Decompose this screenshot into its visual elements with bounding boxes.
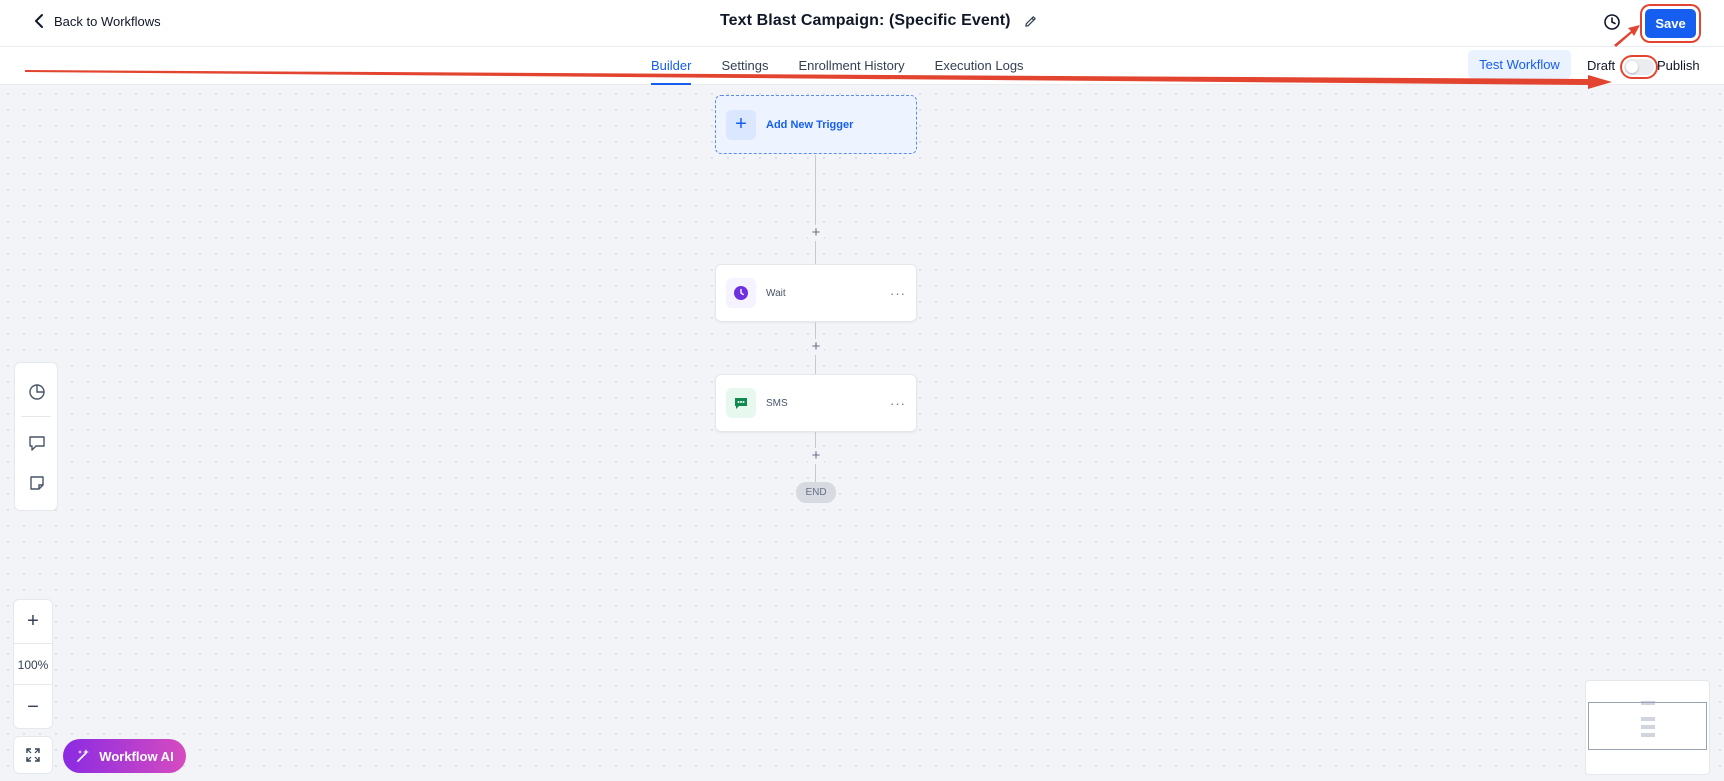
end-node: END bbox=[796, 482, 836, 503]
step-name: SMS bbox=[766, 397, 788, 409]
draft-label: Draft bbox=[1587, 58, 1616, 73]
more-options-icon[interactable]: ··· bbox=[886, 396, 910, 411]
sticky-note-icon[interactable] bbox=[27, 473, 47, 493]
add-step-button[interactable]: + bbox=[808, 448, 824, 464]
workflow-title-wrap: Text Blast Campaign: (Specific Event) bbox=[720, 12, 1038, 30]
back-label: Back to Workflows bbox=[54, 13, 161, 29]
divider bbox=[21, 416, 51, 417]
step-node-wait[interactable]: Wait ··· bbox=[715, 264, 917, 322]
comment-icon[interactable] bbox=[27, 433, 47, 453]
pencil-icon[interactable] bbox=[1023, 14, 1038, 29]
chat-icon bbox=[726, 388, 756, 418]
zoom-in-button[interactable]: + bbox=[14, 602, 52, 640]
tabs: Builder Settings Enrollment History Exec… bbox=[651, 47, 1024, 85]
step-name: Wait bbox=[766, 287, 786, 299]
tab-builder[interactable]: Builder bbox=[651, 47, 692, 85]
save-button[interactable]: Save bbox=[1645, 9, 1696, 38]
toggle-knob bbox=[1626, 61, 1638, 73]
publish-toggle[interactable] bbox=[1624, 59, 1654, 75]
test-workflow-button[interactable]: Test Workflow bbox=[1468, 50, 1571, 79]
sparkle-icon bbox=[77, 749, 90, 762]
fit-view-button[interactable] bbox=[13, 736, 53, 774]
add-step-button[interactable]: + bbox=[808, 225, 824, 241]
add-new-trigger-button[interactable]: + Add New Trigger bbox=[715, 95, 917, 154]
analytics-icon[interactable] bbox=[27, 382, 47, 402]
plus-icon: + bbox=[726, 109, 756, 140]
tab-bar: Builder Settings Enrollment History Exec… bbox=[0, 47, 1724, 85]
minimap-node bbox=[1641, 725, 1655, 729]
zoom-out-button[interactable]: − bbox=[14, 688, 52, 726]
workflow-canvas[interactable] bbox=[0, 86, 1724, 781]
history-icon[interactable] bbox=[1602, 12, 1622, 32]
minimap-node bbox=[1641, 733, 1655, 737]
minimap[interactable] bbox=[1585, 680, 1710, 775]
more-options-icon[interactable]: ··· bbox=[886, 286, 910, 301]
zoom-level: 100% bbox=[14, 643, 52, 685]
minimap-node bbox=[1641, 717, 1655, 721]
back-to-workflows-link[interactable]: Back to Workflows bbox=[32, 13, 161, 29]
tab-settings[interactable]: Settings bbox=[721, 47, 768, 85]
trigger-label: Add New Trigger bbox=[766, 118, 854, 131]
ai-label: Workflow AI bbox=[99, 748, 174, 764]
clock-icon bbox=[726, 278, 756, 308]
workflow-title: Text Blast Campaign: (Specific Event) bbox=[720, 12, 1011, 29]
publish-label: Publish bbox=[1657, 58, 1700, 73]
step-node-sms[interactable]: SMS ··· bbox=[715, 374, 917, 432]
zoom-controls: + 100% − bbox=[13, 599, 53, 729]
top-bar: Back to Workflows Text Blast Campaign: (… bbox=[0, 0, 1724, 47]
workflow-ai-button[interactable]: Workflow AI bbox=[63, 739, 186, 773]
expand-icon bbox=[26, 748, 40, 762]
chevron-left-icon bbox=[35, 14, 43, 28]
side-toolbar bbox=[14, 362, 58, 511]
add-step-button[interactable]: + bbox=[808, 339, 824, 355]
tab-execution-logs[interactable]: Execution Logs bbox=[935, 47, 1024, 85]
tab-enrollment-history[interactable]: Enrollment History bbox=[798, 47, 904, 85]
connector-line bbox=[815, 155, 816, 264]
